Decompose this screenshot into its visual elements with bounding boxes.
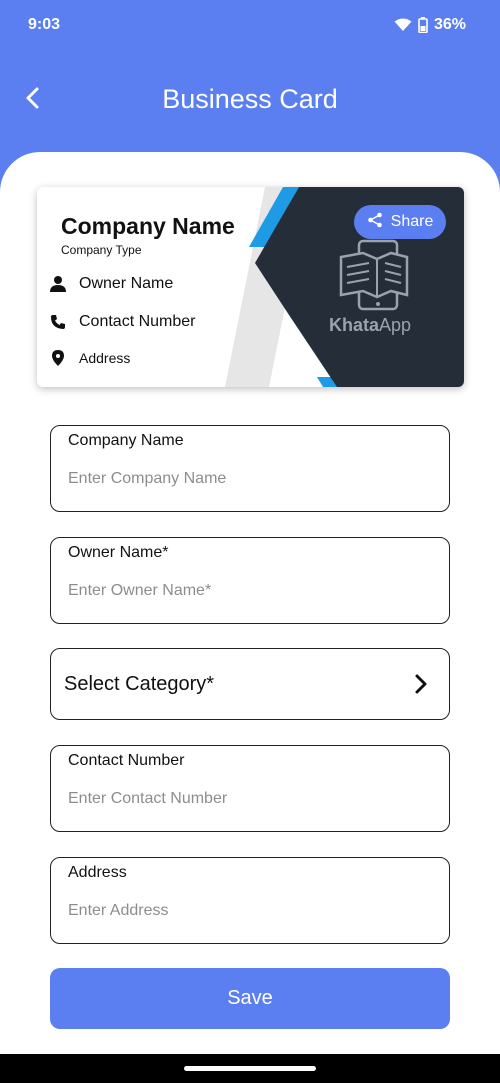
- card-address-row: Address: [49, 349, 130, 367]
- share-button[interactable]: Share: [354, 205, 446, 239]
- battery-percentage: 36%: [433, 16, 466, 33]
- card-company-type: Company Type: [61, 243, 142, 257]
- status-time: 9:03: [28, 16, 61, 33]
- page-title: Business Card: [162, 84, 338, 114]
- owner-name-input[interactable]: [68, 582, 428, 600]
- status-icons: 36%: [394, 16, 466, 34]
- address-field[interactable]: Address: [50, 857, 450, 944]
- address-input[interactable]: [68, 902, 428, 920]
- phone-icon: [49, 313, 67, 331]
- contact-number-input[interactable]: [68, 790, 428, 808]
- category-select-label: Select Category*: [64, 673, 215, 695]
- logo-text: KhataApp: [329, 315, 412, 335]
- share-icon: [367, 212, 383, 233]
- card-owner-row: Owner Name: [49, 275, 173, 293]
- company-name-label: Company Name: [68, 432, 184, 449]
- content-sheet: Company Name Company Type Owner Name Con…: [0, 152, 500, 1054]
- owner-name-label: Owner Name*: [68, 544, 169, 561]
- location-pin-icon: [49, 349, 67, 367]
- person-icon: [49, 275, 67, 293]
- card-contact-number: Contact Number: [79, 313, 196, 330]
- status-bar: 9:03 36%: [0, 0, 500, 50]
- home-gesture-handle[interactable]: [184, 1066, 316, 1071]
- battery-icon: [418, 17, 428, 33]
- wifi-icon: [394, 18, 412, 32]
- card-contact-row: Contact Number: [49, 313, 196, 331]
- card-address: Address: [79, 350, 131, 366]
- card-owner-name: Owner Name: [79, 275, 174, 292]
- chevron-right-icon: [415, 674, 427, 699]
- contact-number-field[interactable]: Contact Number: [50, 745, 450, 832]
- company-name-field[interactable]: Company Name: [50, 425, 450, 512]
- company-name-input[interactable]: [68, 470, 428, 488]
- owner-name-field[interactable]: Owner Name*: [50, 537, 450, 624]
- contact-number-label: Contact Number: [68, 752, 185, 769]
- business-card-preview: Company Name Company Type Owner Name Con…: [37, 187, 464, 387]
- share-label: Share: [390, 213, 434, 230]
- category-select[interactable]: Select Category*: [50, 648, 450, 720]
- app-bar: Business Card: [0, 70, 500, 134]
- save-button[interactable]: Save: [50, 968, 450, 1029]
- card-company-name: Company Name: [61, 213, 235, 239]
- navigation-bar: [0, 1054, 500, 1083]
- address-label: Address: [68, 864, 127, 881]
